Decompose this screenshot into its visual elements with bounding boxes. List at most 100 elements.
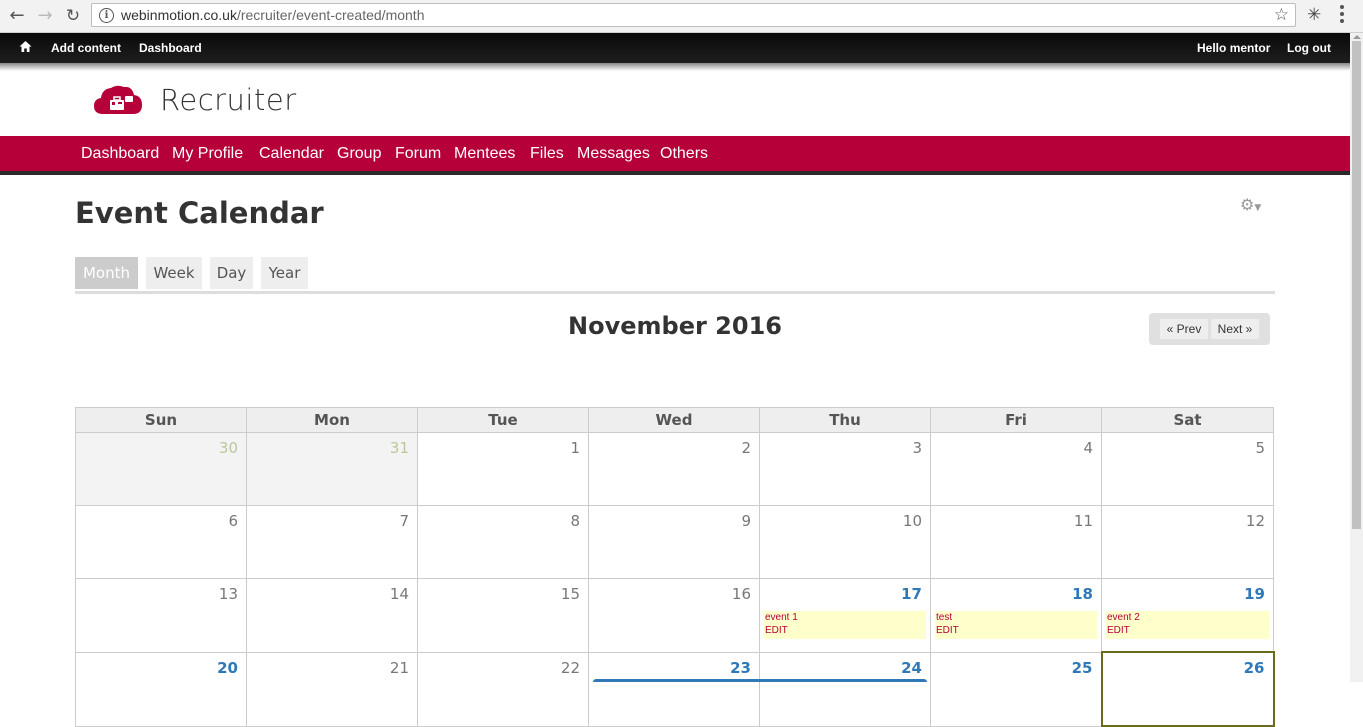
- calendar-week-row: 30 31 1 2 3 4 5: [75, 432, 1274, 506]
- day-number: 1: [570, 439, 580, 457]
- nav-mentees[interactable]: Mentees: [454, 145, 515, 163]
- day-number[interactable]: 23: [589, 653, 759, 677]
- nav-my-profile[interactable]: My Profile: [172, 145, 243, 163]
- calendar-week-row: 13 14 15 16 17 event 1 EDIT 18 test EDIT 19 event 2…: [75, 578, 1274, 653]
- prev-button[interactable]: « Prev: [1160, 319, 1208, 339]
- month-pager: « Prev Next »: [1149, 313, 1270, 345]
- info-icon[interactable]: i: [99, 8, 114, 23]
- url-path: /recruiter/event-created/month: [236, 7, 425, 23]
- calendar-day-cell[interactable]: 14: [246, 578, 418, 653]
- calendar-day-cell[interactable]: 12: [1101, 505, 1274, 579]
- weekday-header: Sat: [1101, 407, 1274, 433]
- site-name[interactable]: Recruiter: [160, 83, 297, 117]
- username[interactable]: mentor: [1230, 41, 1271, 55]
- nav-others[interactable]: Others: [660, 145, 708, 163]
- site-logo[interactable]: [93, 84, 143, 116]
- weekday-header: Thu: [759, 407, 931, 433]
- nav-forum[interactable]: Forum: [395, 145, 441, 163]
- calendar-day-cell[interactable]: 9: [588, 505, 760, 579]
- day-number: 2: [741, 439, 751, 457]
- calendar-day-cell[interactable]: 26: [1100, 651, 1275, 727]
- view-tabs: Month Week Day Year: [75, 257, 1275, 294]
- nav-dashboard[interactable]: Dashboard: [81, 145, 159, 163]
- event-title[interactable]: event 2: [1106, 611, 1269, 624]
- hello-text: Hello: [1197, 41, 1227, 55]
- calendar-day-cell[interactable]: 23: [588, 651, 760, 727]
- day-number[interactable]: 24: [760, 653, 930, 677]
- nav-messages[interactable]: Messages: [577, 145, 650, 163]
- tab-month[interactable]: Month: [75, 257, 138, 289]
- scroll-up-arrow-icon[interactable]: [1353, 35, 1361, 39]
- day-number: 7: [399, 512, 409, 530]
- forward-arrow-icon[interactable]: →: [33, 4, 57, 28]
- calendar-day-cell[interactable]: 11: [930, 505, 1102, 579]
- hello-user: Hello mentor: [1197, 41, 1270, 55]
- calendar-day-cell[interactable]: 2: [588, 432, 760, 506]
- event-title[interactable]: event 1: [764, 611, 926, 624]
- calendar-event[interactable]: test EDIT: [935, 611, 1097, 639]
- day-number: 16: [731, 585, 751, 603]
- calendar-day-cell[interactable]: 6: [75, 505, 247, 579]
- scrollbar-thumb[interactable]: [1352, 41, 1361, 529]
- event-edit-link[interactable]: EDIT: [764, 624, 926, 637]
- day-number: 13: [218, 585, 238, 603]
- calendar-day-cell[interactable]: 22: [417, 651, 589, 727]
- event-title[interactable]: test: [935, 611, 1097, 624]
- gear-icon[interactable]: ⚙▼: [1240, 195, 1261, 214]
- calendar-day-cell[interactable]: 19 event 2 EDIT: [1101, 578, 1274, 653]
- toolbar-dashboard-link[interactable]: Dashboard: [139, 41, 202, 55]
- calendar-event[interactable]: event 1 EDIT: [764, 611, 926, 639]
- extension-icon[interactable]: ✳: [1307, 5, 1321, 25]
- calendar-day-cell[interactable]: 25: [930, 651, 1102, 727]
- page-scrollbar[interactable]: [1350, 33, 1363, 682]
- page-title: Event Calendar: [75, 196, 324, 230]
- calendar-day-cell[interactable]: 5: [1101, 432, 1274, 506]
- calendar-day-cell[interactable]: 4: [930, 432, 1102, 506]
- add-content-link[interactable]: Add content: [51, 41, 121, 55]
- calendar-week-row: 6 7 8 9 10 11 12: [75, 505, 1274, 579]
- nav-calendar[interactable]: Calendar: [259, 145, 324, 163]
- event-edit-link[interactable]: EDIT: [935, 624, 1097, 637]
- nav-files[interactable]: Files: [530, 145, 564, 163]
- tab-day[interactable]: Day: [210, 257, 253, 289]
- tab-week[interactable]: Week: [146, 257, 202, 289]
- calendar-day-cell[interactable]: 8: [417, 505, 589, 579]
- day-number: 10: [902, 512, 922, 530]
- next-button[interactable]: Next »: [1211, 319, 1259, 339]
- back-arrow-icon[interactable]: ←: [5, 4, 29, 28]
- browser-menu-icon[interactable]: [1340, 5, 1346, 26]
- weekday-header: Fri: [930, 407, 1102, 433]
- home-icon[interactable]: [19, 40, 32, 53]
- calendar-day-cell[interactable]: 18 test EDIT: [930, 578, 1102, 653]
- calendar-event[interactable]: event 2 EDIT: [1106, 611, 1269, 639]
- day-number[interactable]: 20: [76, 653, 246, 677]
- calendar-day-cell[interactable]: 24: [759, 651, 931, 727]
- calendar-day-cell[interactable]: 31: [246, 432, 418, 506]
- calendar-day-cell[interactable]: 20: [75, 651, 247, 727]
- calendar-day-cell[interactable]: 1: [417, 432, 589, 506]
- calendar-day-cell[interactable]: 17 event 1 EDIT: [759, 578, 931, 653]
- day-number[interactable]: 26: [1103, 653, 1273, 677]
- day-number[interactable]: 25: [931, 653, 1101, 677]
- day-number[interactable]: 19: [1102, 579, 1273, 603]
- bookmark-star-icon[interactable]: ☆: [1274, 5, 1289, 25]
- admin-toolbar: Add content Dashboard Hello mentor Log o…: [0, 33, 1350, 71]
- calendar-day-cell[interactable]: 3: [759, 432, 931, 506]
- calendar-day-cell[interactable]: 30: [75, 432, 247, 506]
- address-bar[interactable]: i webinmotion.co.uk/recruiter/event-crea…: [91, 3, 1296, 27]
- event-edit-link[interactable]: EDIT: [1106, 624, 1269, 637]
- logout-link[interactable]: Log out: [1287, 41, 1331, 55]
- calendar-day-cell[interactable]: 13: [75, 578, 247, 653]
- day-number[interactable]: 17: [760, 579, 930, 603]
- weekday-header: Mon: [246, 407, 418, 433]
- tab-year[interactable]: Year: [261, 257, 308, 289]
- day-number[interactable]: 18: [931, 579, 1101, 603]
- calendar-day-cell[interactable]: 10: [759, 505, 931, 579]
- calendar-day-cell[interactable]: 7: [246, 505, 418, 579]
- nav-group[interactable]: Group: [337, 145, 381, 163]
- reload-icon[interactable]: ↻: [61, 4, 85, 28]
- calendar-day-cell[interactable]: 15: [417, 578, 589, 653]
- url-host: webinmotion.co.uk: [121, 7, 237, 23]
- calendar-day-cell[interactable]: 16: [588, 578, 760, 653]
- calendar-day-cell[interactable]: 21: [246, 651, 418, 727]
